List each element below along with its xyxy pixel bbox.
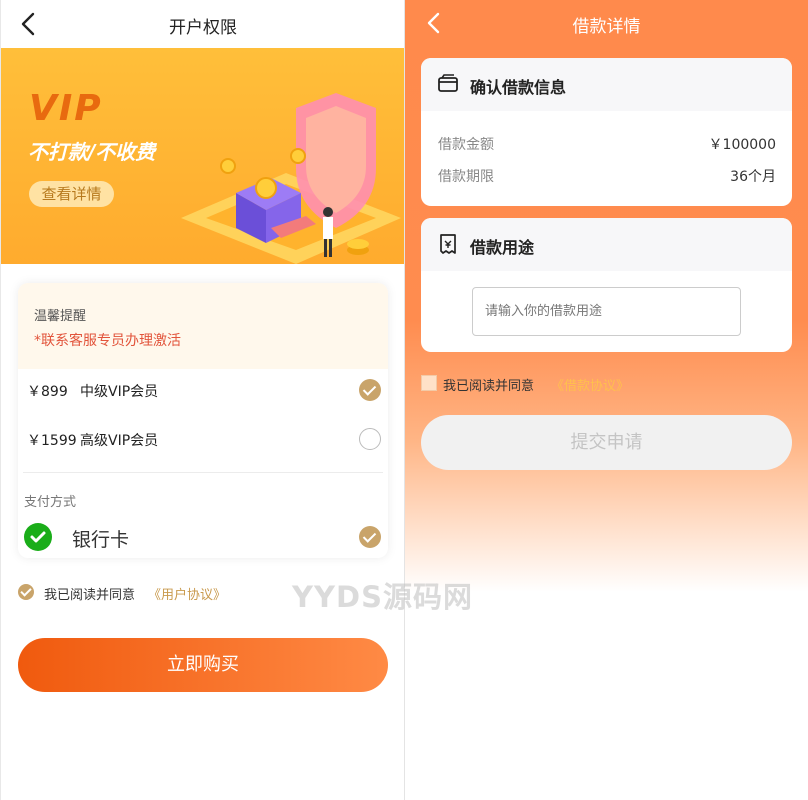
card-title: 借款用途 <box>470 238 535 257</box>
payment-method-row[interactable]: 银行卡 <box>18 520 388 554</box>
loan-term-label: 借款期限 <box>438 169 494 185</box>
agreement-text: 我已阅读并同意 <box>44 588 136 603</box>
payment-method-name: 银行卡 <box>72 529 130 551</box>
submit-application-button[interactable]: 提交申请 <box>421 415 792 470</box>
loan-purpose-input[interactable] <box>472 287 741 336</box>
loan-amount-value: ￥100000 <box>708 137 776 153</box>
option-price: ￥899 <box>27 384 68 400</box>
divider <box>23 472 383 473</box>
vip-banner: VIP 不打款/不收费 查看详情 <box>1 48 405 264</box>
card-header: 确认借款信息 <box>421 58 792 111</box>
loan-purpose-card: 借款用途 <box>421 218 792 352</box>
banner-vip-text: VIP <box>29 88 103 129</box>
notice-title: 温馨提醒 <box>34 309 87 324</box>
page-title: 借款详情 <box>572 17 641 37</box>
option-radio-unchecked[interactable] <box>359 428 381 450</box>
vip-option-advanced[interactable]: ￥1599 高级VIP会员 <box>18 418 388 462</box>
agreement-text: 我已阅读并同意 <box>443 379 535 394</box>
payment-radio-checked[interactable] <box>359 526 381 548</box>
wechat-pay-icon <box>24 523 52 551</box>
receipt-icon <box>440 234 456 254</box>
user-agreement-link[interactable]: 《用户协议》 <box>148 584 226 603</box>
vip-purchase-page: 开户权限 VIP 不打款/不收费 查看详情 温馨提醒 *联系客服专员办理激活 ￥… <box>0 0 405 800</box>
view-details-button[interactable]: 查看详情 <box>29 181 114 207</box>
card-header: 借款用途 <box>421 218 792 271</box>
buy-now-button[interactable]: 立即购买 <box>18 638 388 692</box>
notice-box: 温馨提醒 *联系客服专员办理激活 <box>18 283 388 369</box>
loan-details-page: 借款详情 确认借款信息 借款金额 ￥100000 借款期限 36个月 借款用途 … <box>405 0 808 800</box>
option-name: 高级VIP会员 <box>80 433 159 449</box>
option-name: 中级VIP会员 <box>80 384 159 400</box>
vip-options-card: 温馨提醒 *联系客服专员办理激活 ￥899 中级VIP会员 ￥1599 高级VI… <box>18 283 388 558</box>
agreement-checkbox[interactable] <box>421 375 437 391</box>
banner-subtitle: 不打款/不收费 <box>28 140 156 164</box>
loan-amount-label: 借款金额 <box>438 137 494 153</box>
confirm-loan-card: 确认借款信息 借款金额 ￥100000 借款期限 36个月 <box>421 58 792 206</box>
agreement-checkbox[interactable] <box>18 584 34 600</box>
wallet-icon <box>438 74 458 92</box>
loan-term-value: 36个月 <box>730 169 776 185</box>
page-title: 开户权限 <box>169 18 237 38</box>
watermark: YYDS源码网 <box>292 580 473 614</box>
vip-option-intermediate[interactable]: ￥899 中级VIP会员 <box>18 369 388 413</box>
loan-agreement-link[interactable]: 《借款协议》 <box>551 375 629 394</box>
top-bar: 开户权限 <box>1 0 405 48</box>
screen: 开户权限 VIP 不打款/不收费 查看详情 温馨提醒 *联系客服专员办理激活 ￥… <box>0 0 808 800</box>
option-radio-checked[interactable] <box>359 379 381 401</box>
notice-text: *联系客服专员办理激活 <box>34 333 181 349</box>
card-title: 确认借款信息 <box>470 78 567 97</box>
vip-illustration <box>181 93 401 264</box>
payment-label: 支付方式 <box>24 495 77 510</box>
option-price: ￥1599 <box>27 433 77 449</box>
